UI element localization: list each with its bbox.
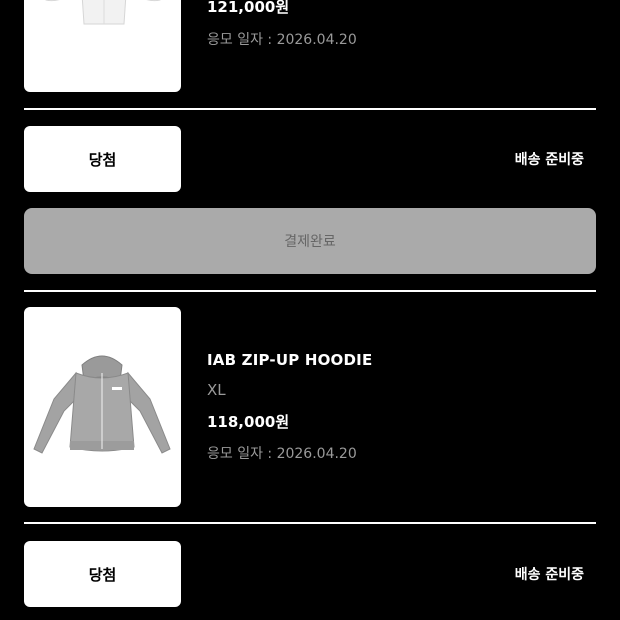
divider [24,290,596,292]
payment-complete-label: 결제완료 [284,234,336,250]
result-badge: 당첨 [24,126,181,192]
product-thumbnail[interactable] [24,0,181,92]
apply-date: 응모 일자 : 2026.04.20 [207,446,357,462]
result-badge: 당첨 [24,541,181,607]
shipping-status: 배송 준비중 [514,152,584,168]
product-price: 118,000원 [207,413,290,431]
product-thumbnail[interactable] [24,307,181,507]
white-zip-hoodie-image [45,0,161,25]
divider [24,108,596,110]
gray-zip-hoodie-image [33,355,171,454]
result-label: 당첨 [88,565,117,584]
apply-date: 응모 일자 : 2026.04.20 [207,32,357,48]
product-name: IAB ZIP-UP HOODIE [207,351,373,369]
divider [24,522,596,524]
payment-complete-button[interactable]: 결제완료 [24,208,596,274]
shipping-status: 배송 준비중 [514,567,584,583]
product-option: XL [207,381,226,399]
product-price: 121,000원 [207,0,290,16]
result-label: 당첨 [88,150,117,169]
